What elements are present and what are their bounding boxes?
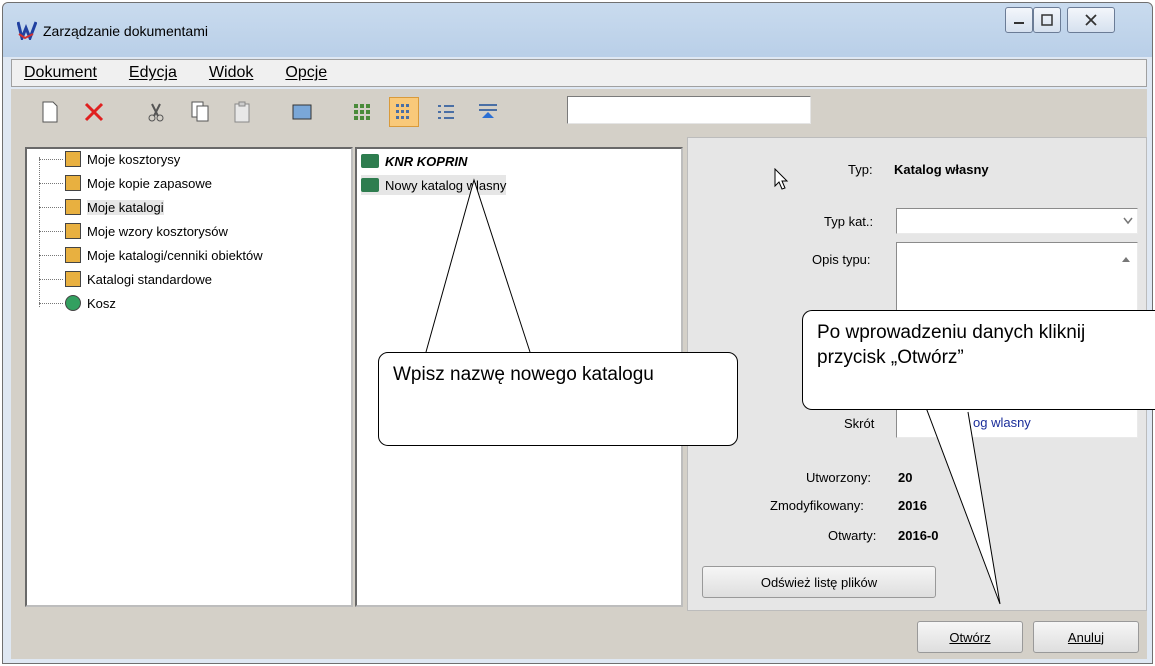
filter-input[interactable] xyxy=(567,96,811,124)
skrot-label: Skrót xyxy=(844,416,875,431)
tree-item-moje-kosztorysy[interactable]: Moje kosztorysy xyxy=(65,149,180,169)
copy-icon xyxy=(191,101,209,122)
cut-button[interactable] xyxy=(141,97,171,127)
tree-line xyxy=(39,279,63,280)
tree-item-moje-katalogi-cenniki[interactable]: Moje katalogi/cenniki obiektów xyxy=(65,245,263,265)
new-document-icon xyxy=(42,101,58,123)
cursor-icon xyxy=(774,168,789,190)
skrot-input[interactable]: og wlasny xyxy=(896,408,1138,438)
folder-pricelist-icon xyxy=(65,247,81,263)
menu-bar: Dokument Edycja Widok Opcje xyxy=(11,59,1147,87)
open-button[interactable]: Otwórz xyxy=(917,621,1023,653)
view-details-button[interactable] xyxy=(473,97,503,127)
list-icon xyxy=(438,105,454,119)
details-icon xyxy=(479,104,497,118)
tree-line xyxy=(39,207,63,208)
delete-icon xyxy=(84,102,104,122)
tree-item-label: Moje kopie zapasowe xyxy=(87,175,213,191)
tree-line xyxy=(39,159,63,160)
otwarty-value: 2016-0 xyxy=(898,528,939,543)
tree-line xyxy=(39,231,63,232)
tree-line xyxy=(39,303,63,304)
otwarty-label: Otwarty: xyxy=(828,528,877,543)
folder-standard-icon xyxy=(65,271,81,287)
left-callout: Wpisz nazwę nowego katalogu xyxy=(378,352,738,446)
scroll-up-icon xyxy=(1122,257,1130,262)
menu-widok[interactable]: Widok xyxy=(197,64,265,82)
tree-line xyxy=(39,255,63,256)
tree-item-moje-katalogi[interactable]: Moje katalogi xyxy=(65,197,164,217)
tree-item-label: Moje kosztorysy xyxy=(87,151,181,167)
toolbar xyxy=(11,89,1147,137)
list-item-label: Nowy katalog wlasny xyxy=(385,177,507,193)
folder-catalog-icon xyxy=(65,199,81,215)
title-bar: Zarządzanie dokumentami xyxy=(3,3,1152,57)
tree-item-kosz[interactable]: Kosz xyxy=(65,293,116,313)
utworzony-value: 20 xyxy=(898,470,913,485)
tree-item-katalogi-standardowe[interactable]: Katalogi standardowe xyxy=(65,269,212,289)
menu-opcje[interactable]: Opcje xyxy=(273,64,339,82)
chevron-down-icon xyxy=(1123,217,1133,225)
small-icons-icon xyxy=(396,104,409,119)
view-large-icons-button[interactable] xyxy=(347,97,377,127)
minimize-button[interactable] xyxy=(1005,7,1033,33)
list-item-knr-koprin[interactable]: KNR KOPRIN xyxy=(361,151,467,171)
close-button[interactable] xyxy=(1067,7,1115,33)
menu-edycja[interactable]: Edycja xyxy=(117,64,189,82)
folder-template-icon xyxy=(65,223,81,239)
recycle-bin-icon xyxy=(65,295,81,311)
tree-item-moje-wzory-kosztorysow[interactable]: Moje wzory kosztorysów xyxy=(65,221,228,241)
folder-estimate-icon xyxy=(65,151,81,167)
tree-item-label: Kosz xyxy=(87,295,116,311)
menu-dokument[interactable]: Dokument xyxy=(12,64,109,82)
typ-label: Typ: xyxy=(848,162,873,177)
folder-backup-icon xyxy=(65,175,81,191)
large-icons-icon xyxy=(354,104,370,120)
zmodyfikowany-label: Zmodyfikowany: xyxy=(770,498,864,513)
tree-line xyxy=(39,183,63,184)
minimize-icon xyxy=(1014,22,1024,24)
tree-item-label: Katalogi standardowe xyxy=(87,271,213,287)
tree-item-label: Moje wzory kosztorysów xyxy=(87,223,228,239)
copy-button[interactable] xyxy=(185,97,215,127)
cut-icon xyxy=(148,103,164,122)
left-callout-text: Wpisz nazwę nowego katalogu xyxy=(393,364,654,385)
cancel-button[interactable]: Anuluj xyxy=(1033,621,1139,653)
utworzony-label: Utworzony: xyxy=(806,470,872,485)
catalog-book-icon xyxy=(361,178,379,192)
tree-lines xyxy=(39,157,61,307)
list-item-nowy-katalog[interactable]: Nowy katalog wlasny xyxy=(361,175,507,195)
paste-button[interactable] xyxy=(227,97,257,127)
refresh-list-button[interactable]: Odśwież listę plików xyxy=(702,566,936,598)
tree-item-label: Moje katalogi/cenniki obiektów xyxy=(87,247,263,263)
new-document-button[interactable] xyxy=(35,97,65,127)
delete-button[interactable] xyxy=(79,97,109,127)
window-title: Zarządzanie dokumentami xyxy=(43,23,208,39)
right-callout-text: Po wprowadzeniu danych kliknij przycisk … xyxy=(817,322,1086,368)
typ-kat-select[interactable] xyxy=(896,208,1138,234)
image-icon xyxy=(292,104,312,120)
tree-item-moje-kopie-zapasowe[interactable]: Moje kopie zapasowe xyxy=(65,173,212,193)
view-list-button[interactable] xyxy=(431,97,461,127)
app-icon xyxy=(17,21,37,40)
typ-value: Katalog własny xyxy=(894,162,989,177)
preview-button[interactable] xyxy=(287,97,317,127)
view-small-icons-button[interactable] xyxy=(389,97,419,127)
maximize-icon xyxy=(1041,14,1053,26)
paste-icon xyxy=(234,101,250,123)
list-item-label: KNR KOPRIN xyxy=(385,153,468,169)
catalog-book-icon xyxy=(361,154,379,168)
tree-item-label: Moje katalogi xyxy=(87,199,164,215)
zmodyfikowany-value: 2016 xyxy=(898,498,927,513)
right-callout: Po wprowadzeniu danych kliknij przycisk … xyxy=(802,310,1155,410)
folder-tree: Moje kosztorysy Moje kopie zapasowe Moje… xyxy=(25,147,353,607)
close-icon xyxy=(1085,14,1097,26)
skrot-value: og wlasny xyxy=(973,415,1031,430)
opis-typu-label: Opis typu: xyxy=(812,252,871,267)
maximize-button[interactable] xyxy=(1033,7,1061,33)
typ-kat-label: Typ kat.: xyxy=(824,214,874,229)
